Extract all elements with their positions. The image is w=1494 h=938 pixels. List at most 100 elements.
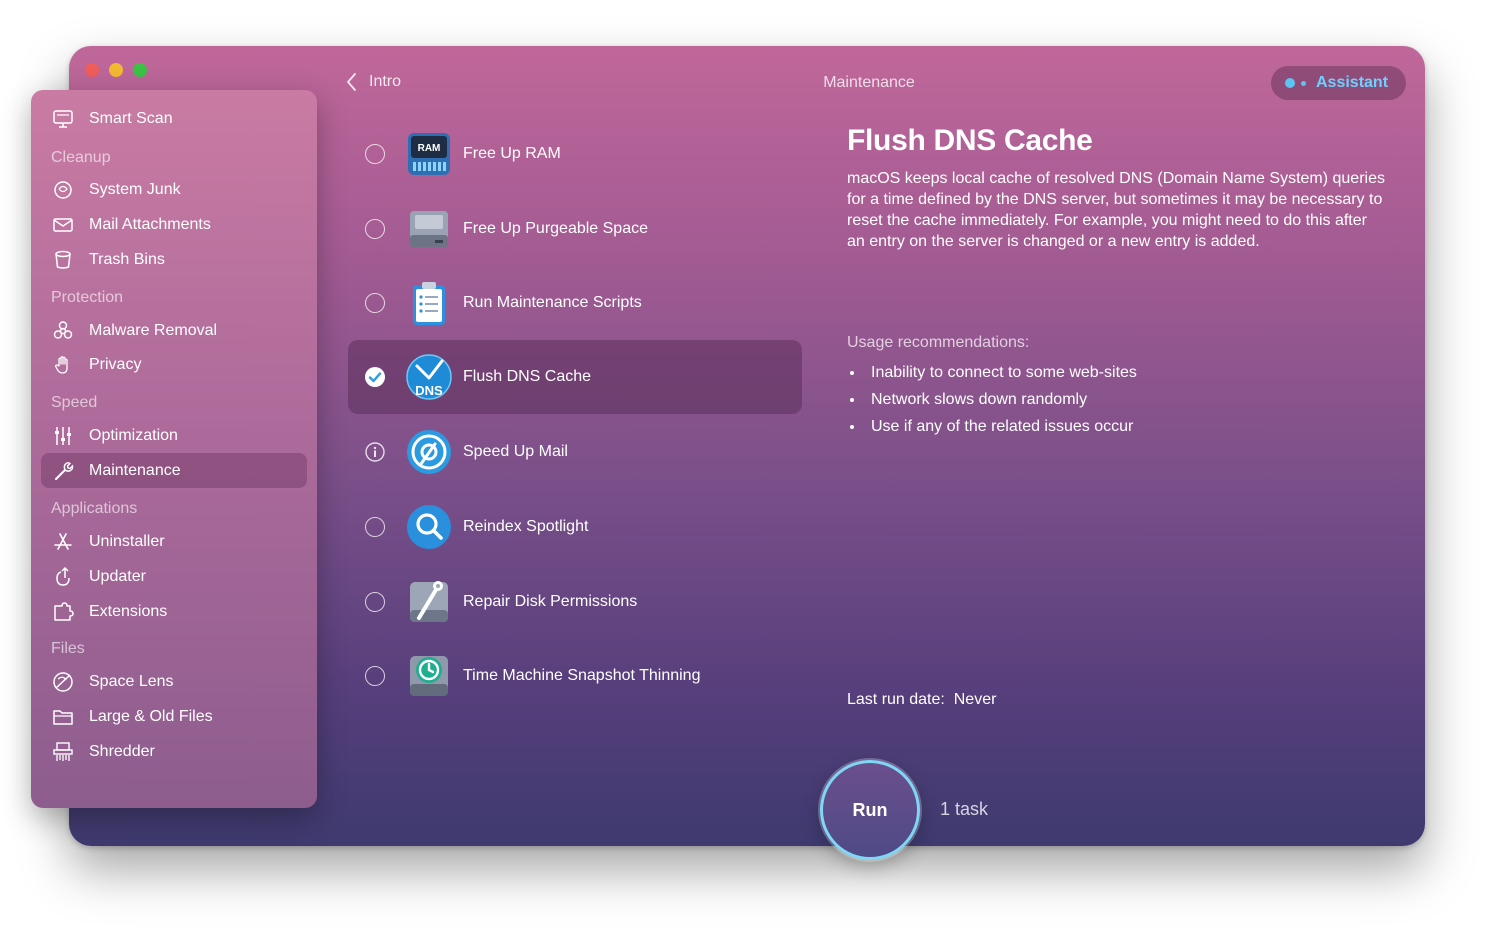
task-speed-up-mail[interactable]: Speed Up Mail <box>348 415 802 489</box>
sidebar-item-label: Updater <box>89 567 146 585</box>
minimize-window-button[interactable] <box>109 63 123 77</box>
usage-item: Network slows down randomly <box>847 391 1087 409</box>
last-run-date: Last run date: Never <box>847 691 997 708</box>
task-free-up-purgeable-space[interactable]: Free Up Purgeable Space <box>348 192 802 266</box>
sidebar-item-label: Uninstaller <box>89 532 165 550</box>
sidebar-item-label: Maintenance <box>89 461 181 479</box>
sidebar-item-malware-removal[interactable]: Malware Removal <box>41 313 307 348</box>
usage-item-text: Inability to connect to some web-sites <box>871 364 1137 381</box>
app-store-icon <box>51 530 75 554</box>
sidebar-item-optimization[interactable]: Optimization <box>41 418 307 453</box>
time-machine-icon <box>405 652 453 700</box>
back-button[interactable]: Intro <box>345 72 401 92</box>
task-time-machine-snapshot-thinning[interactable]: Time Machine Snapshot Thinning <box>348 639 802 713</box>
run-label: Run <box>852 799 888 820</box>
info-icon[interactable] <box>365 442 385 462</box>
task-label: Reindex Spotlight <box>463 518 589 535</box>
sidebar-item-label: System Junk <box>89 180 181 198</box>
sidebar: Smart Scan Cleanup System Junk Mail Atta… <box>31 90 317 808</box>
drive-icon <box>405 205 453 253</box>
usage-item: Use if any of the related issues occur <box>847 418 1133 436</box>
sidebar-item-label: Trash Bins <box>89 250 165 268</box>
system-junk-icon <box>51 178 75 202</box>
dns-icon: DNS <box>405 353 453 401</box>
sidebar-item-trash-bins[interactable]: Trash Bins <box>41 242 307 277</box>
wrench-icon <box>51 459 75 483</box>
sidebar-item-mail-attachments[interactable]: Mail Attachments <box>41 207 307 242</box>
extensions-icon <box>51 600 75 624</box>
task-radio[interactable] <box>365 144 385 164</box>
sidebar-item-space-lens[interactable]: Space Lens <box>41 664 307 699</box>
sidebar-section-speed: Speed <box>51 394 98 411</box>
sidebar-section-files: Files <box>51 640 85 657</box>
task-run-maintenance-scripts[interactable]: Run Maintenance Scripts <box>348 266 802 340</box>
biohazard-icon <box>51 319 75 343</box>
ram-icon: RAM <box>405 130 453 178</box>
sidebar-item-updater[interactable]: Updater <box>41 559 307 594</box>
sidebar-item-large-old-files[interactable]: Large & Old Files <box>41 699 307 734</box>
folder-icon <box>51 705 75 729</box>
assistant-dot-icon <box>1285 78 1295 88</box>
usage-item-text: Use if any of the related issues occur <box>871 418 1134 435</box>
sliders-icon <box>51 424 75 448</box>
sidebar-item-system-junk[interactable]: System Junk <box>41 172 307 207</box>
space-lens-icon <box>51 670 75 694</box>
bullet-icon <box>850 371 854 375</box>
page-title: Maintenance <box>823 74 915 91</box>
sidebar-section-applications: Applications <box>51 500 138 517</box>
clipboard-icon <box>405 279 453 327</box>
close-window-button[interactable] <box>85 63 99 77</box>
usage-item: Inability to connect to some web-sites <box>847 364 1137 382</box>
assistant-button[interactable]: Assistant <box>1271 66 1406 100</box>
task-repair-disk-permissions[interactable]: Repair Disk Permissions <box>348 565 802 639</box>
checkmark-icon[interactable] <box>365 367 385 387</box>
zoom-window-button[interactable] <box>133 63 147 77</box>
monitor-icon <box>51 107 75 131</box>
detail-description: macOS keeps local cache of resolved DNS … <box>847 170 1385 250</box>
sidebar-item-uninstaller[interactable]: Uninstaller <box>41 524 307 559</box>
sidebar-item-label: Malware Removal <box>89 321 218 339</box>
sidebar-item-label: Shredder <box>89 742 155 760</box>
sidebar-item-privacy[interactable]: Privacy <box>41 347 307 382</box>
sidebar-item-label: Smart Scan <box>89 109 173 127</box>
task-flush-dns-cache[interactable]: DNS Flush DNS Cache <box>348 340 802 414</box>
bullet-icon <box>850 398 854 402</box>
sidebar-item-label: Privacy <box>89 355 142 373</box>
task-radio[interactable] <box>365 293 385 313</box>
task-label: Free Up RAM <box>463 145 561 162</box>
sidebar-item-label: Large & Old Files <box>89 707 213 725</box>
sidebar-item-shredder[interactable]: Shredder <box>41 734 307 769</box>
hand-icon <box>51 353 75 377</box>
run-button[interactable]: Run <box>820 760 920 860</box>
task-radio[interactable] <box>365 219 385 239</box>
sidebar-item-maintenance[interactable]: Maintenance <box>41 453 307 488</box>
task-radio[interactable] <box>365 592 385 612</box>
detail-title: Flush DNS Cache <box>847 124 1093 157</box>
bullet-icon <box>850 425 854 429</box>
task-radio[interactable] <box>365 666 385 686</box>
sidebar-section-cleanup: Cleanup <box>51 149 111 166</box>
spotlight-icon <box>405 503 453 551</box>
sidebar-section-protection: Protection <box>51 289 124 306</box>
mail-icon <box>405 428 453 476</box>
sidebar-item-extensions[interactable]: Extensions <box>41 594 307 629</box>
sidebar-item-label: Space Lens <box>89 672 174 690</box>
assistant-dot-small-icon <box>1301 80 1306 86</box>
task-count: 1 task <box>940 799 989 819</box>
shredder-icon <box>51 740 75 764</box>
disk-repair-icon <box>405 578 453 626</box>
back-label: Intro <box>369 73 402 90</box>
task-label: Flush DNS Cache <box>463 368 592 385</box>
task-label: Speed Up Mail <box>463 443 568 460</box>
task-free-up-ram[interactable]: RAM Free Up RAM <box>348 117 802 191</box>
sidebar-item-label: Extensions <box>89 602 168 620</box>
task-label: Free Up Purgeable Space <box>463 220 648 237</box>
usage-item-text: Network slows down randomly <box>871 391 1088 408</box>
trash-icon <box>51 248 75 272</box>
task-reindex-spotlight[interactable]: Reindex Spotlight <box>348 490 802 564</box>
task-radio[interactable] <box>365 517 385 537</box>
task-label: Run Maintenance Scripts <box>463 294 642 311</box>
updater-icon <box>51 565 75 589</box>
sidebar-item-smart-scan[interactable]: Smart Scan <box>41 101 307 136</box>
envelope-icon <box>51 213 75 237</box>
